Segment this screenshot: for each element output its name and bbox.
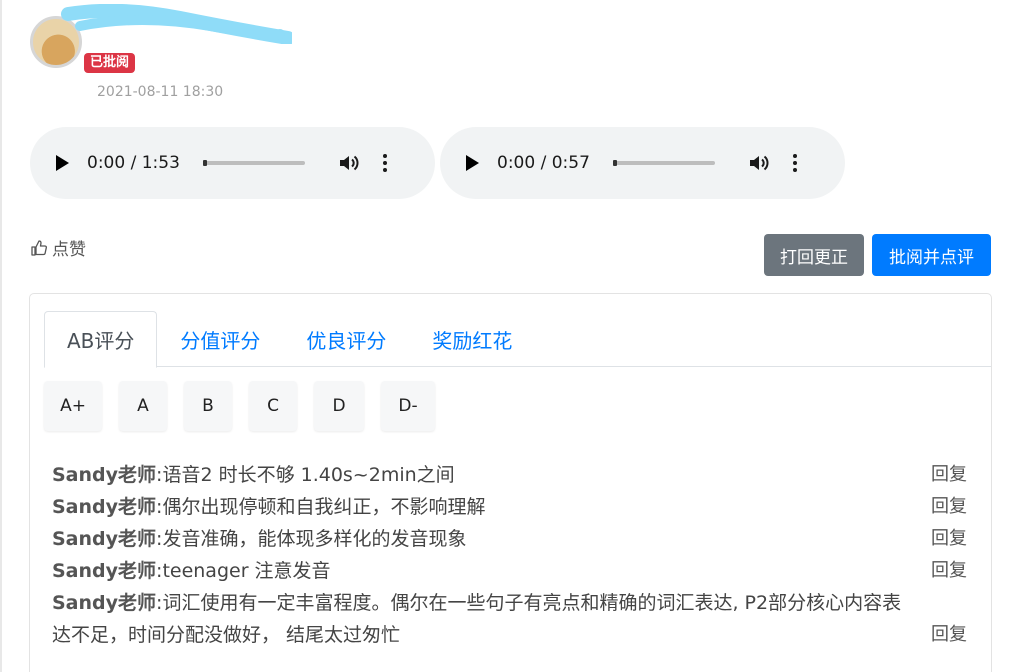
tab-quality-grade[interactable]: 优良评分 <box>283 311 409 367</box>
reply-link[interactable]: 回复 <box>931 619 967 651</box>
comment-author: Sandy老师 <box>52 560 157 582</box>
comment-text: teenager 注意发音 <box>162 560 331 582</box>
reply-link[interactable]: 回复 <box>931 523 967 555</box>
grading-tabs: AB评分 分值评分 优良评分 奖励红花 <box>44 311 991 368</box>
reply-link[interactable]: 回复 <box>931 491 967 523</box>
comment-text: 词汇使用有一定丰富程度。偶尔在一些句子有亮点和精确的词汇表达, P2部分核心内容… <box>52 592 902 646</box>
comment-text: 偶尔出现停顿和自我纠正，不影响理解 <box>162 496 486 518</box>
comment-author: Sandy老师 <box>52 592 157 614</box>
like-button[interactable]: 点赞 <box>30 235 86 260</box>
play-icon[interactable] <box>466 155 479 171</box>
grade-buttons: A+ A B C D D- <box>44 381 452 431</box>
audio-progress-slider[interactable] <box>613 160 715 166</box>
comment-item: Sandy老师:偶尔出现停顿和自我纠正，不影响理解 回复 <box>52 491 987 523</box>
comment-text: 语音2 时长不够 1.40s~2min之间 <box>162 464 455 486</box>
comment-item: Sandy老师:词汇使用有一定丰富程度。偶尔在一些句子有亮点和精确的词汇表达, … <box>52 587 987 651</box>
review-and-comment-button[interactable]: 批阅并点评 <box>872 234 991 276</box>
grade-button-a[interactable]: A <box>119 381 167 431</box>
grade-button-a-plus[interactable]: A+ <box>44 381 102 431</box>
volume-icon[interactable] <box>747 151 771 175</box>
comment-item: Sandy老师:teenager 注意发音 回复 <box>52 555 987 587</box>
left-border <box>0 0 2 672</box>
grading-card: AB评分 分值评分 优良评分 奖励红花 A+ A B C D D- Sandy老… <box>29 293 992 672</box>
grade-button-c[interactable]: C <box>249 381 297 431</box>
comment-author: Sandy老师 <box>52 464 157 486</box>
post-timestamp: 2021-08-11 18:30 <box>97 84 224 100</box>
tab-ab-grade[interactable]: AB评分 <box>44 311 158 368</box>
grade-button-d[interactable]: D <box>314 381 364 431</box>
thumbs-up-icon <box>31 239 47 256</box>
reply-link[interactable]: 回复 <box>931 555 967 587</box>
return-for-correction-button[interactable]: 打回更正 <box>764 234 864 276</box>
grade-button-d-minus[interactable]: D- <box>381 381 435 431</box>
tab-reward-flower[interactable]: 奖励红花 <box>409 311 535 367</box>
more-options-icon[interactable] <box>793 154 797 172</box>
reply-link[interactable]: 回复 <box>931 459 967 491</box>
comment-text: 发音准确，能体现多样化的发音现象 <box>162 528 467 550</box>
volume-icon[interactable] <box>337 151 361 175</box>
audio-player-1[interactable]: 0:00 / 1:53 <box>30 127 435 199</box>
like-label: 点赞 <box>52 240 86 260</box>
comment-item: Sandy老师:语音2 时长不够 1.40s~2min之间 回复 <box>52 459 987 491</box>
progress-knob[interactable] <box>203 160 207 166</box>
redacted-username <box>61 4 292 44</box>
comment-item: Sandy老师:发音准确，能体现多样化的发音现象 回复 <box>52 523 987 555</box>
status-badge: 已批阅 <box>84 53 136 73</box>
comment-author: Sandy老师 <box>52 496 157 518</box>
play-icon[interactable] <box>56 155 69 171</box>
comment-author: Sandy老师 <box>52 528 157 550</box>
audio-player-2[interactable]: 0:00 / 0:57 <box>440 127 845 199</box>
page: 已批阅 2021-08-11 18:30 0:00 / 1:53 0:00 / … <box>0 0 1010 672</box>
progress-knob[interactable] <box>613 160 617 166</box>
audio-time: 0:00 / 1:53 <box>87 153 180 173</box>
audio-progress-slider[interactable] <box>203 160 305 166</box>
tab-score-grade[interactable]: 分值评分 <box>157 311 283 367</box>
grade-button-b[interactable]: B <box>184 381 232 431</box>
more-options-icon[interactable] <box>383 154 387 172</box>
audio-time: 0:00 / 0:57 <box>497 153 590 173</box>
